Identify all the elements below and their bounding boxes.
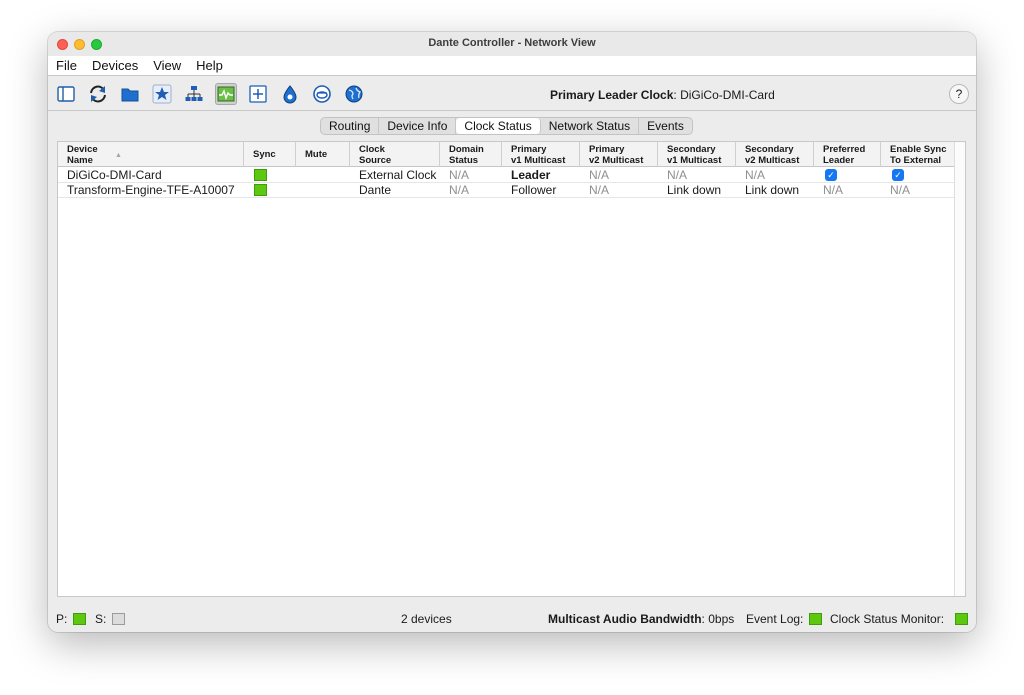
primary-clock-label: Primary Leader Clock xyxy=(550,88,674,102)
bandwidth-label: Multicast Audio Bandwidth xyxy=(548,612,702,626)
cell-preferred-leader: N/A xyxy=(823,183,844,197)
cell-secondary-v2: Link down xyxy=(745,183,800,197)
tab-routing[interactable]: Routing xyxy=(321,118,380,134)
column-header-mute[interactable]: Mute xyxy=(296,142,350,167)
help-button[interactable]: ? xyxy=(949,84,969,104)
menu-devices[interactable]: Devices xyxy=(92,58,138,73)
star-icon[interactable] xyxy=(151,83,173,105)
event-log-label: Event Log: xyxy=(746,612,804,626)
column-header-clock-source[interactable]: Clock Source xyxy=(350,142,440,167)
enable-sync-checkbox[interactable]: ✓ xyxy=(892,169,904,181)
globe-icon[interactable] xyxy=(343,83,365,105)
dante-drop-icon[interactable] xyxy=(279,83,301,105)
preferred-leader-checkbox[interactable]: ✓ xyxy=(825,169,837,181)
primary-leader-clock: Primary Leader Clock: DiGiCo-DMI-Card xyxy=(550,88,775,102)
column-header-enable-sync[interactable]: Enable Sync To External xyxy=(881,142,955,167)
menu-help[interactable]: Help xyxy=(196,58,223,73)
cell-primary-v1: Follower xyxy=(511,183,557,197)
tab-clock-status[interactable]: Clock Status xyxy=(456,118,541,134)
clock-status-table: Device Name ▲ Sync Mute Clock Source Domai… xyxy=(57,141,966,597)
multicast-bandwidth: Multicast Audio Bandwidth: 0bps xyxy=(548,612,735,626)
cell-secondary-v2: N/A xyxy=(745,168,766,182)
cell-enable-sync: N/A xyxy=(890,183,911,197)
primary-network-indicator xyxy=(73,613,86,625)
network-tree-icon[interactable] xyxy=(183,83,205,105)
sidebar-panel-icon[interactable] xyxy=(55,83,77,105)
cell-secondary-v1: Link down xyxy=(667,183,722,197)
table-header: Device Name ▲ Sync Mute Clock Source Domai… xyxy=(58,142,955,167)
cell-clock-source: Dante xyxy=(359,183,392,197)
column-header-primary-v1[interactable]: Primary v1 Multicast xyxy=(502,142,580,167)
secondary-network-indicator xyxy=(112,613,125,625)
clock-monitor-indicator[interactable] xyxy=(955,613,968,625)
vertical-scrollbar[interactable] xyxy=(954,142,965,596)
table-row[interactable]: DiGiCo-DMI-Card External Clock N/A Leade… xyxy=(58,168,955,183)
cell-primary-v2: N/A xyxy=(589,168,610,182)
column-header-primary-v2[interactable]: Primary v2 Multicast xyxy=(580,142,658,167)
cell-clock-source: External Clock xyxy=(359,168,437,182)
cell-primary-v1: Leader xyxy=(511,168,551,182)
primary-network-label: P: xyxy=(56,612,68,626)
menu-file[interactable]: File xyxy=(56,58,77,73)
refresh-icon[interactable] xyxy=(87,83,109,105)
bandwidth-value: 0bps xyxy=(708,612,735,626)
column-header-secondary-v2[interactable]: Secondary v2 Multicast xyxy=(736,142,814,167)
event-log-indicator[interactable] xyxy=(809,613,822,625)
column-header-domain-status[interactable]: Domain Status xyxy=(440,142,502,167)
column-header-preferred-leader[interactable]: Preferred Leader xyxy=(814,142,881,167)
tab-network-status[interactable]: Network Status xyxy=(541,118,640,134)
column-header-device-name[interactable]: Device Name ▲ xyxy=(58,142,244,167)
app-window: Dante Controller - Network View File Dev… xyxy=(48,32,976,632)
cell-device-name: DiGiCo-DMI-Card xyxy=(67,168,162,182)
view-tabs: Routing Device Info Clock Status Network… xyxy=(320,117,693,135)
clock-monitor-label: Clock Status Monitor: xyxy=(830,612,945,626)
tab-events[interactable]: Events xyxy=(639,118,692,134)
folder-icon[interactable] xyxy=(119,83,141,105)
status-bar: P: S: 2 devices Multicast Audio Bandwidt… xyxy=(48,609,976,629)
menu-view[interactable]: View xyxy=(153,58,181,73)
sync-status-indicator xyxy=(254,184,267,196)
window-title: Dante Controller - Network View xyxy=(428,37,596,49)
title-bar[interactable]: Dante Controller - Network View xyxy=(48,32,976,56)
dvs-icon[interactable] xyxy=(311,83,333,105)
device-count: 2 devices xyxy=(401,612,452,626)
tab-device-info[interactable]: Device Info xyxy=(379,118,457,134)
secondary-network-label: S: xyxy=(95,612,107,626)
menu-bar: File Devices View Help xyxy=(48,56,976,75)
cell-device-name: Transform-Engine-TFE-A10007 xyxy=(67,183,235,197)
cell-domain-status: N/A xyxy=(449,168,470,182)
toolbar: Primary Leader Clock: DiGiCo-DMI-Card ? xyxy=(48,75,976,111)
cell-domain-status: N/A xyxy=(449,183,470,197)
sort-ascending-icon: ▲ xyxy=(115,152,122,159)
column-header-sync[interactable]: Sync xyxy=(244,142,296,167)
sync-status-indicator xyxy=(254,169,267,181)
clock-status-icon[interactable] xyxy=(215,83,237,105)
cell-primary-v2: N/A xyxy=(589,183,610,197)
table-row[interactable]: Transform-Engine-TFE-A10007 Dante N/A Fo… xyxy=(58,183,955,198)
add-grid-icon[interactable] xyxy=(247,83,269,105)
column-header-secondary-v1[interactable]: Secondary v1 Multicast xyxy=(658,142,736,167)
cell-secondary-v1: N/A xyxy=(667,168,688,182)
primary-clock-value: DiGiCo-DMI-Card xyxy=(680,88,775,102)
